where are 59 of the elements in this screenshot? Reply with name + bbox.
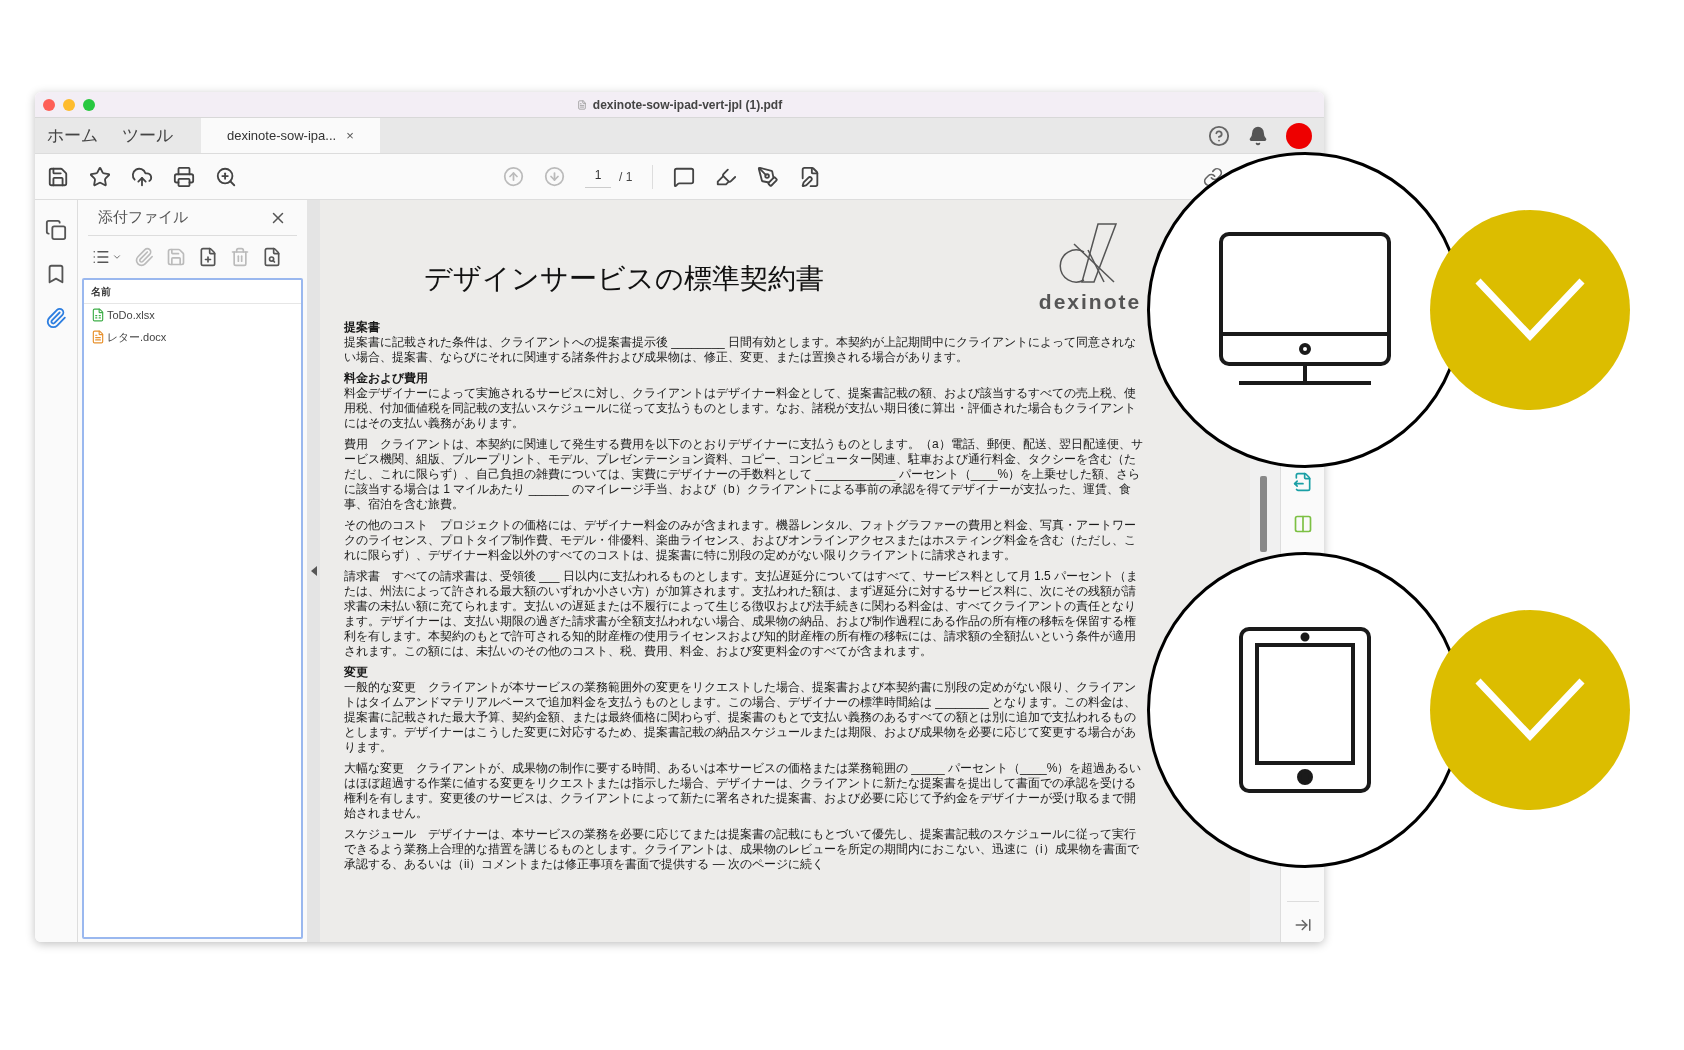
paragraph: 費用 クライアントは、本契約に関連して発生する費用を以下のとおりデザイナーに支払うものとします。（a）電話、郵便、配送、翌日配達便、サービス機関、組版、ブループリント、モデル、プレゼンテーション資料、コピー、コンピューター関連、駐車および通行料金、タクシーを含む（ただし、これに限らず）、自己負担の雑費については、実費にデザイナーの手数料として ____________ パーセント（____%）を上乗せした額、さらに該当する場合は 1 マイルあたり ______ のマイレージ手当、および（b）クライアントによる事前の承認を得てデザイナーが支払った、運賃、食事、宿泊を含む旅費。	[344, 436, 1144, 512]
tab-label: dexinote-sow-ipa...	[227, 126, 337, 145]
section-heading: 変更	[344, 664, 369, 680]
pen-icon[interactable]	[757, 165, 780, 188]
add-file-icon[interactable]	[198, 247, 218, 267]
notification-bell-icon[interactable]	[1248, 125, 1268, 146]
pdf-file-icon	[576, 99, 587, 110]
paperclip-icon[interactable]	[134, 247, 154, 267]
search-file-icon[interactable]	[262, 247, 282, 267]
paragraph: スケジュール デザイナーは、本サービスの業務を必要に応じてまたは提案書の記載にもとづいて優先し、提案書記載のスケジュールに従って実行できるよう業務上合理的な措置を講じるものとします。クライアントは、成果物のレビューを所定の期間内におこない、迅速に（i）成果物を書面で承認する、あるいは（ii）コメントまたは修正事項を書面で提供する — 次のページに続く	[344, 826, 1140, 872]
panel-title: 添付ファイル	[98, 207, 188, 228]
logo-text: dexinote	[1038, 289, 1142, 315]
spreadsheet-file-icon	[91, 308, 105, 322]
paragraph: 大幅な変更 クライアントが、成果物の制作に要する時間、あるいは本サービスの価格または業務範囲の _____ パーセント（____%）を超過あるいはほぼ超過する作業に値する変更をリクエストまたは指示した場合、デザイナーは、クライアントに新たな提案書を提出して書面での承認を受ける権利を有します。変更後のサービスは、クライアントによって新たに署名された提案書、および必要に応じて予約金をデザイナーが受け取るまで開始されません。	[344, 760, 1143, 821]
upload-icon[interactable]	[131, 165, 153, 188]
paragraph: 料金デザイナーによって実施されるサービスに対し、クライアントはデザイナー料金として、提案書記載の額、および該当するすべての売上税、使用税、付加価値税を同記載の支払いスケジュールに従って支払うものとします。なお、諸税が支払い期日後に算出・評価された場合もクライアントにはその支払い義務があります。	[344, 385, 1137, 431]
tab-close-button[interactable]: ×	[346, 125, 354, 146]
check-icon	[1475, 678, 1585, 742]
attachment-item[interactable]: ToDo.xlsx	[84, 304, 301, 326]
tablet-icon	[1238, 626, 1372, 794]
file-name: レター.docx	[107, 329, 167, 345]
paragraph: 一般的な変更 クライアントが本サービスの業務範囲外の変更をリクエストした場合、提案書および本契約書に別段の定めがない限り、クライアントはタイムアンドマテリアルベースで追加料金を支払うものとします。この場合、デザイナーの標準時間給は ________ となります。この料金は、提案書に記載された最大予算、契約金額、または最終価格に関わらず、提案書のもとで支払い義務のあるすべての額とは別に追加で支払われるものとします。デザイナーはこうした変更に対応するため、提案書記載の納品スケジュールまたは期限、および成果物を必要に応じて変更する場合があります。	[344, 679, 1138, 755]
list-icon	[92, 248, 110, 266]
caret-icon	[112, 252, 122, 262]
help-icon[interactable]	[1208, 124, 1230, 147]
collapse-arrow-icon	[310, 566, 317, 576]
export-pdf-icon[interactable]	[1292, 472, 1313, 492]
paragraph: その他のコスト プロジェクトの価格には、デザイナー料金のみが含まれます。機器レンタル、フォトグラファーの費用と料金、写真・アートワークのライセンス、プロトタイプ制作費、モデル・俳優料、楽曲ライセンス、およびオンラインアクセスまたはホスティング料金を含む（ただし、これに限らず）、デザイナー料金以外のすべてのコストは、提案書に特に別段の定めがない限りクライアントに請求されます。	[344, 517, 1137, 563]
tab-label: ツール	[122, 124, 173, 147]
scrollbar-thumb[interactable]	[1260, 476, 1267, 552]
comment-icon[interactable]	[673, 165, 696, 188]
paragraph: 提案書に記載された条件は、クライアントへの提案書提示後 ________ 日間有効とします。本契約が上記期間中にクライアントによって同意されない場合、提案書、ならびにそれに関連する諸条件および成果物は、修正、変更、または置換される場合があります。	[344, 334, 1138, 365]
check-icon	[1475, 278, 1585, 342]
page-number-field[interactable]: 1	[585, 165, 611, 188]
file-name: ToDo.xlsx	[107, 307, 155, 323]
paperclip-icon	[45, 307, 67, 329]
section-heading: 提案書	[344, 319, 381, 335]
link-icon[interactable]	[1203, 166, 1223, 187]
close-window-button[interactable]	[43, 98, 55, 111]
window-title: dexinote-sow-ipad-vert-jpl (1).pdf	[592, 96, 783, 114]
nav-tab[interactable]: dexinote-sow-ipa... ×	[201, 118, 380, 153]
page-total: / 1	[619, 168, 633, 186]
pages-icon	[45, 219, 67, 241]
save-icon[interactable]	[47, 165, 69, 188]
document-file-icon	[91, 330, 105, 344]
column-header: 名前	[91, 285, 111, 299]
attachment-item[interactable]: レター.docx	[84, 326, 301, 348]
document-title: デザインサービスの標準契約書	[424, 262, 824, 296]
section-heading: 料金および費用	[344, 370, 429, 386]
view-options-button[interactable]	[92, 248, 122, 266]
tab-label: ホーム	[47, 124, 98, 147]
account-avatar[interactable]	[1286, 122, 1312, 149]
print-icon[interactable]	[173, 165, 195, 188]
paragraph: 請求書 すべての請求書は、受領後 ___ 日以内に支払われるものとします。支払遅延分についてはすべて、サービス料として月 1.5 パーセント（または、州法によって許される最大額のいずれか小さい方）が加算されます。支払われた額は、まず遅延分に対するサービス料に、次にその残額が請求書の未払い額に充てられます。支払いの遅延または不履行によって生じる徴収および法手続きに関わる料金は、すべてクライアントの責任となります。デザイナーは、支払い期限の過ぎた請求書が全額支払われない場合、成果物の納品、および制作過程にある作品の所有権の移転を保留する権利を有します。本契約のもとで許可される知的財産権の使用ライセンスおよび知的財産権の所有権の移転には、請求額の全額払いという条件が適用されます。この額には、未払いのその他のコスト、税、費用、料金、および変更料金のすべてが含まれます。	[344, 568, 1140, 659]
nav-tab[interactable]: ツール	[110, 118, 185, 153]
nav-tab[interactable]: ホーム	[35, 118, 110, 153]
star-icon[interactable]	[89, 165, 111, 188]
zoom-icon[interactable]	[215, 165, 237, 188]
expand-panel-icon[interactable]	[1293, 916, 1312, 934]
